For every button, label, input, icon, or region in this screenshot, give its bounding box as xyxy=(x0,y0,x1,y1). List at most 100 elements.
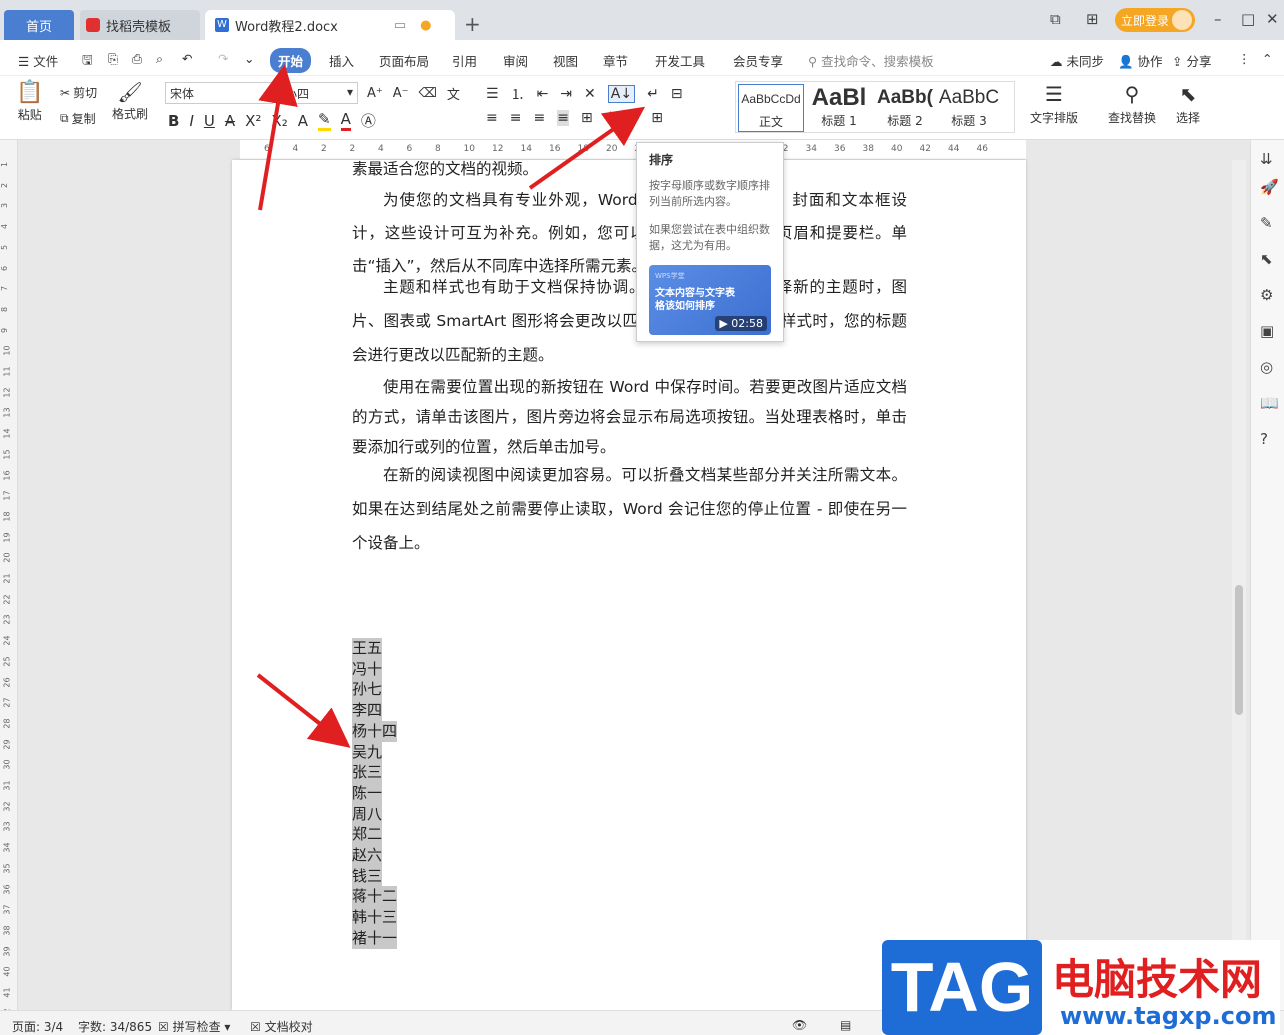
superscript-icon[interactable]: X² xyxy=(245,112,261,130)
style-normal[interactable]: AaBbCcDd 正文 xyxy=(738,84,804,132)
scroll-thumb[interactable] xyxy=(1235,585,1243,715)
grid-apps-icon[interactable]: ⊞ xyxy=(1086,10,1099,28)
shading-icon[interactable]: ◈ xyxy=(628,110,639,126)
shrink-font-icon[interactable]: A⁻ xyxy=(393,86,409,101)
text-layout-button[interactable]: ☰ 文字排版 xyxy=(1030,82,1078,126)
tab-home[interactable]: 首页 xyxy=(4,10,74,40)
file-menu[interactable]: ☰ 文件 xyxy=(18,51,58,70)
distribute-icon[interactable]: ⊞ xyxy=(581,110,593,126)
preview-icon[interactable]: ⌕ xyxy=(156,51,163,67)
tab-document[interactable]: W Word教程2.docx ▭ ● xyxy=(205,10,455,40)
grow-font-icon[interactable]: A⁺ xyxy=(367,86,383,101)
share-button[interactable]: ⇪ 分享 xyxy=(1172,51,1211,70)
spell-check-button[interactable]: ☒ 拼写检查 ▾ xyxy=(158,1018,230,1035)
command-search[interactable]: ⚲ 查找命令、搜索模板 xyxy=(808,51,934,70)
find-replace-button[interactable]: ⚲ 查找替换 xyxy=(1108,82,1156,126)
style-heading3[interactable]: AaBbC 标题 3 xyxy=(936,84,1002,132)
char-border-icon[interactable]: Ⓐ xyxy=(361,110,376,131)
sync-button[interactable]: ☁ 未同步 xyxy=(1050,51,1104,70)
more-down-icon[interactable]: ⌄ xyxy=(244,51,254,66)
copy-button[interactable]: ⧉ 复制 xyxy=(60,110,96,127)
cut-button[interactable]: ✂ 剪切 xyxy=(60,84,97,101)
tab-member[interactable]: 会员专享 xyxy=(733,51,783,70)
word-count[interactable]: 字数: 34/865 xyxy=(78,1018,152,1035)
style-heading2[interactable]: AaBb( 标题 2 xyxy=(872,84,938,132)
italic-icon[interactable]: I xyxy=(189,112,193,130)
minimize-icon[interactable]: – xyxy=(1214,10,1222,28)
eye-icon[interactable]: 👁 xyxy=(792,1018,807,1032)
font-size-select[interactable]: 小四 ▾ xyxy=(280,82,358,104)
sort-tooltip: 排序 按字母顺序或数字顺序排列当前所选内容。 如果您尝试在表中组织数据，这尤为有… xyxy=(636,142,784,342)
export-icon[interactable]: ⎘ xyxy=(108,51,118,67)
strikethrough-icon[interactable]: A xyxy=(225,112,235,130)
page-indicator[interactable]: 页面: 3/4 xyxy=(12,1018,63,1035)
pinyin-icon[interactable]: 文 xyxy=(447,84,460,103)
clear-format-icon[interactable]: ⌫ xyxy=(419,86,437,101)
paste-button[interactable]: 📋 粘贴 xyxy=(16,80,43,123)
justify-icon[interactable]: ≡ xyxy=(557,110,569,126)
redo-icon[interactable]: ↷ xyxy=(218,51,228,66)
page-view-icon[interactable]: ▤ xyxy=(840,1018,851,1032)
format-painter-button[interactable]: 🖌 格式刷 xyxy=(112,80,148,122)
name-list[interactable]: 王五 冯十 孙七 李四 杨十四 吴九 张三 陈一 周八 郑二 赵六 钱三 蒋十二 韩十三 褚十一 xyxy=(352,638,398,949)
new-tab-button[interactable]: + xyxy=(464,12,481,36)
align-right-icon[interactable]: ≡ xyxy=(533,110,545,126)
window-layout-icon[interactable]: ⧉ xyxy=(1050,10,1061,28)
close-icon[interactable]: ✕ xyxy=(1266,10,1279,28)
help-icon[interactable]: ? xyxy=(1260,430,1268,448)
increase-indent-icon[interactable]: ⇥ xyxy=(560,86,572,102)
font-family-select[interactable]: 宋体 xyxy=(165,82,273,104)
bullet-list-icon[interactable]: ☰ xyxy=(486,86,499,102)
maximize-icon[interactable]: □ xyxy=(1241,10,1255,28)
sliders-icon[interactable]: ⚙ xyxy=(1260,286,1273,304)
tutorial-video[interactable]: WPS学堂 文本内容与文字表格该如何排序 ▶ 02:58 xyxy=(649,265,771,335)
tab-insert[interactable]: 插入 xyxy=(329,51,354,70)
numbered-list-icon[interactable]: ⒈ xyxy=(511,84,525,104)
style-heading1[interactable]: AaBl 标题 1 xyxy=(806,84,872,132)
sort-icon[interactable]: A↓ xyxy=(607,85,636,103)
borders-icon[interactable]: ⊞ xyxy=(651,110,663,126)
align-left-icon[interactable]: ≡ xyxy=(486,110,498,126)
tab-review[interactable]: 审阅 xyxy=(503,51,528,70)
sidebar-collapse-icon[interactable]: ⇊ xyxy=(1260,150,1273,168)
login-button[interactable]: 立即登录 xyxy=(1115,8,1195,32)
tab-stop-icon[interactable]: ⊟ xyxy=(671,86,683,102)
collab-button[interactable]: 👤 协作 xyxy=(1118,51,1163,70)
tab-view[interactable]: 视图 xyxy=(553,51,578,70)
tab-references[interactable]: 引用 xyxy=(452,51,477,70)
undo-icon[interactable]: ↶ xyxy=(182,51,192,66)
compass-icon[interactable]: ◎ xyxy=(1260,358,1273,376)
book-icon[interactable]: 📖 xyxy=(1260,394,1279,412)
underline-icon[interactable]: U xyxy=(204,112,215,130)
bold-icon[interactable]: B xyxy=(168,112,179,130)
decrease-indent-icon[interactable]: ⇤ xyxy=(537,86,549,102)
show-marks-icon[interactable]: ↵ xyxy=(647,86,659,102)
image-ai-icon[interactable]: ▣ xyxy=(1260,322,1274,340)
pointer-icon[interactable]: ⬉ xyxy=(1260,250,1273,268)
rocket-icon[interactable]: 🚀 xyxy=(1260,178,1279,196)
text-effect-icon[interactable]: A xyxy=(298,112,308,130)
subscript-icon[interactable]: X₂ xyxy=(271,112,287,130)
tab-section[interactable]: 章节 xyxy=(603,51,628,70)
vertical-scrollbar[interactable] xyxy=(1232,160,1246,1010)
more-icon[interactable]: ⋮ xyxy=(1238,51,1251,66)
font-color-icon[interactable]: A xyxy=(340,110,351,131)
print-icon[interactable]: ⎙ xyxy=(132,51,142,67)
save-icon[interactable]: 🖫 xyxy=(82,51,93,72)
monitor-icon[interactable]: ▭ xyxy=(394,18,406,33)
line-spacing-icon[interactable]: ↕ xyxy=(605,110,617,126)
tab-template[interactable]: 找稻壳模板 xyxy=(80,10,200,40)
highlight-icon[interactable]: ✎ xyxy=(317,110,331,131)
tab-page-layout[interactable]: 页面布局 xyxy=(379,51,429,70)
proofread-button[interactable]: ☒ 文档校对 xyxy=(250,1018,313,1035)
document-page[interactable]: 素最适合您的文档的视频。 为使您的文档具有专业外观，Word 提供了页眉、页脚、… xyxy=(232,160,1026,1010)
vertical-ruler[interactable]: 1 2 3 4 5 6 7 8 9 10 11 12 13 14 15 16 17 18 19 20 21 22 23 24 2… xyxy=(0,140,18,1018)
pen-icon[interactable]: ✎ xyxy=(1260,214,1273,232)
collapse-icon[interactable]: ⌃ xyxy=(1262,51,1272,66)
horizontal-ruler[interactable]: 6422468101214161820222426283032343638404… xyxy=(240,140,1026,160)
align-center-icon[interactable]: ≡ xyxy=(510,110,522,126)
tab-start[interactable]: 开始 xyxy=(270,48,312,73)
select-button[interactable]: ⬉ 选择 xyxy=(1176,82,1200,126)
chinese-layout-icon[interactable]: ✕ xyxy=(584,86,596,102)
tab-developer[interactable]: 开发工具 xyxy=(655,51,705,70)
